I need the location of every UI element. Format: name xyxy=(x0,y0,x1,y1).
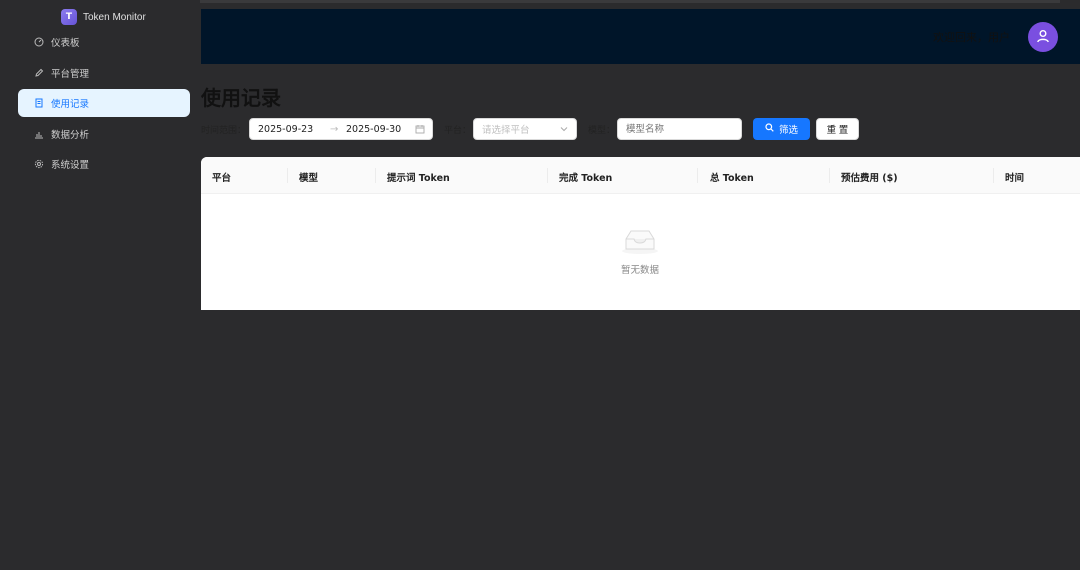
bar-chart-icon xyxy=(34,129,44,139)
user-icon xyxy=(1036,28,1050,47)
column-divider xyxy=(287,168,288,183)
sidebar: T Token Monitor 仪表板 平台管理 使用记录 数据分析 系统设置 xyxy=(0,0,200,570)
sidebar-item-label: 平台管理 xyxy=(51,68,90,80)
page-title: 使用记录 xyxy=(201,86,281,110)
sidebar-menu: 仪表板 平台管理 使用记录 数据分析 系统设置 xyxy=(18,28,190,181)
filter-bar: 时间范围： 2025-09-23 → 2025-09-30 平台： 请选择平台 … xyxy=(201,118,1071,140)
empty-inbox-icon xyxy=(620,230,660,259)
avatar[interactable] xyxy=(1028,22,1058,52)
date-range-picker[interactable]: 2025-09-23 → 2025-09-30 xyxy=(249,118,433,140)
gear-icon xyxy=(34,159,44,169)
model-label: 模型： xyxy=(588,126,616,136)
app-logo: T Token Monitor xyxy=(61,9,146,25)
column-header-model[interactable]: 模型 xyxy=(299,170,318,184)
app-title: Token Monitor xyxy=(83,11,146,23)
platform-placeholder: 请选择平台 xyxy=(482,125,530,136)
date-end[interactable]: 2025-09-30 xyxy=(346,124,416,135)
filter-button[interactable]: 筛选 xyxy=(753,118,810,140)
sidebar-item-analytics[interactable]: 数据分析 xyxy=(18,120,190,148)
table-header: 平台 模型 提示词 Token 完成 Token 总 Token 预估费用 ($… xyxy=(201,157,1080,194)
reset-button[interactable]: 重 置 xyxy=(816,118,859,140)
column-header-prompt-tokens[interactable]: 提示词 Token xyxy=(387,170,450,184)
usage-table: 平台 模型 提示词 Token 完成 Token 总 Token 预估费用 ($… xyxy=(201,157,1080,310)
column-header-completion-tokens[interactable]: 完成 Token xyxy=(559,170,612,184)
column-divider xyxy=(829,168,830,183)
column-header-time[interactable]: 时间 xyxy=(1005,170,1024,184)
welcome-text: 欢迎回来，用户 xyxy=(933,31,1010,44)
logo-badge: T xyxy=(61,9,77,25)
model-input[interactable] xyxy=(617,118,742,140)
filter-button-label: 筛选 xyxy=(778,125,798,136)
date-range-label: 时间范围： xyxy=(201,126,247,136)
column-divider xyxy=(375,168,376,183)
platform-label: 平台： xyxy=(444,126,472,136)
column-divider xyxy=(993,168,994,183)
sidebar-item-label: 系统设置 xyxy=(51,160,90,171)
arrow-right-icon: → xyxy=(330,123,339,135)
sidebar-item-dashboard[interactable]: 仪表板 xyxy=(18,28,190,56)
platform-select[interactable]: 请选择平台 xyxy=(473,118,577,140)
column-divider xyxy=(697,168,698,183)
empty-state: 暂无数据 xyxy=(605,227,675,276)
sidebar-item-platforms[interactable]: 平台管理 xyxy=(18,59,190,87)
sidebar-item-usage-records[interactable]: 使用记录 xyxy=(18,89,190,117)
sidebar-item-label: 数据分析 xyxy=(51,129,90,141)
sidebar-item-label: 仪表板 xyxy=(51,38,80,49)
edit-icon xyxy=(34,68,44,78)
calendar-icon xyxy=(415,124,425,137)
dashboard-icon xyxy=(34,37,44,47)
column-divider xyxy=(547,168,548,183)
column-header-platform[interactable]: 平台 xyxy=(212,170,231,184)
chevron-down-icon xyxy=(559,125,569,136)
column-header-estimated-cost[interactable]: 预估费用 ($) xyxy=(841,170,898,184)
date-start[interactable]: 2025-09-23 xyxy=(258,124,330,135)
file-text-icon xyxy=(34,98,44,108)
empty-text: 暂无数据 xyxy=(620,265,659,276)
sidebar-item-settings[interactable]: 系统设置 xyxy=(18,150,190,178)
top-header: 欢迎回来，用户 xyxy=(201,9,1080,64)
column-header-total-tokens[interactable]: 总 Token xyxy=(710,170,754,184)
search-icon xyxy=(765,123,774,135)
sidebar-item-label: 使用记录 xyxy=(51,99,90,110)
